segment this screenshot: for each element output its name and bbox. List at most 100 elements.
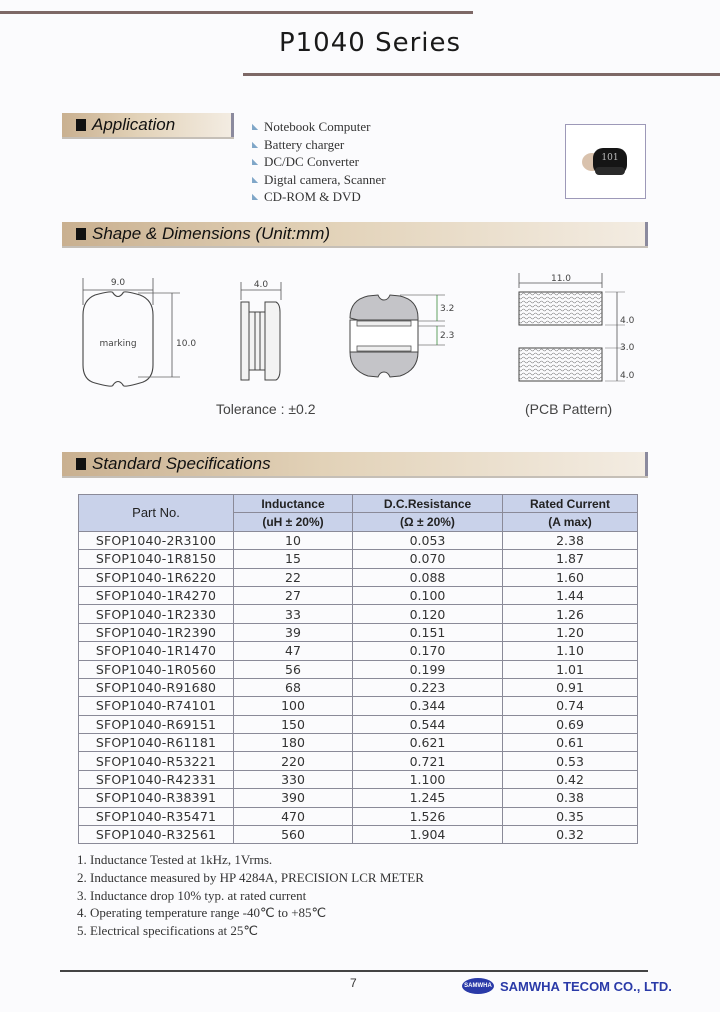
svg-text:4.0: 4.0 (620, 371, 635, 381)
svg-text:3.0: 3.0 (620, 343, 635, 353)
square-bullet-icon (76, 228, 86, 240)
part-no-cell: SFOP1040-1R0560 (78, 659, 234, 679)
svg-text:marking: marking (99, 339, 136, 349)
header-part-no: Part No. (78, 494, 234, 532)
resistance-cell: 0.344 (352, 696, 503, 716)
table-row: SFOP1040-1R2390 39 0.151 1.20 (78, 622, 638, 643)
svg-text:10.0: 10.0 (176, 339, 196, 349)
note: 1. Inductance Tested at 1kHz, 1Vrms. (77, 852, 273, 867)
inductance-cell: 15 (233, 549, 353, 569)
inductance-cell: 22 (233, 567, 353, 587)
resistance-cell: 1.526 (352, 806, 503, 827)
current-cell: 0.74 (502, 696, 638, 716)
svg-text:11.0: 11.0 (551, 274, 571, 284)
header-inductance: Inductance (233, 493, 353, 514)
resistance-cell: 0.120 (352, 604, 503, 624)
triangle-bullet-icon: ◣ (252, 139, 259, 149)
page-title: P1040 Series (278, 28, 462, 58)
resistance-cell: 0.170 (352, 641, 503, 661)
inductance-cell: 47 (233, 641, 353, 661)
resistance-cell: 0.151 (352, 622, 503, 643)
table-row: SFOP1040-R38391 390 1.245 0.38 (78, 788, 638, 808)
inductance-cell: 33 (233, 604, 353, 624)
triangle-bullet-icon: ◣ (252, 174, 259, 184)
table-row: SFOP1040-1R2330 33 0.120 1.26 (78, 604, 638, 624)
header-current-unit: (A max) (502, 512, 638, 532)
company-footer: SAMWHA SAMWHA TECOM CO., LTD. (462, 978, 672, 994)
part-no-cell: SFOP1040-1R4270 (78, 585, 234, 606)
resistance-cell: 0.088 (352, 567, 503, 587)
svg-text:4.0: 4.0 (620, 316, 635, 326)
inductance-cell: 560 (233, 825, 353, 845)
section-label: Standard Specifications (92, 454, 271, 473)
part-no-cell: SFOP1040-2R3100 (78, 530, 234, 551)
product-photo: 101 (565, 124, 646, 199)
part-no-cell: SFOP1040-1R2390 (78, 622, 234, 643)
resistance-cell: 0.621 (352, 733, 503, 753)
current-cell: 0.38 (502, 788, 638, 808)
footer-rule (60, 970, 648, 972)
resistance-cell: 0.199 (352, 659, 503, 679)
table-row: SFOP1040-R53221 220 0.721 0.53 (78, 751, 638, 771)
list-item: ◣ Digtal camera, Scanner (252, 171, 386, 187)
inductance-cell: 10 (233, 530, 353, 551)
current-cell: 0.35 (502, 806, 638, 827)
triangle-bullet-icon: ◣ (252, 122, 259, 131)
application-list: ◣ Notebook Computer ◣ Battery charger ◣ DC/… (252, 118, 386, 206)
inductance-cell: 150 (233, 714, 353, 735)
part-no-cell: SFOP1040-R42331 (78, 769, 234, 790)
current-cell: 0.91 (502, 677, 638, 698)
header-resistance: D.C.Resistance (352, 493, 503, 514)
front-view-drawing: 9.0 marking 10.0 (82, 278, 196, 387)
header-resistance-unit: (Ω ± 20%) (352, 512, 503, 532)
inductance-cell: 220 (233, 751, 353, 771)
part-no-cell: SFOP1040-R74101 (78, 696, 234, 716)
table-row: SFOP1040-1R6220 22 0.088 1.60 (78, 567, 638, 587)
table-row: SFOP1040-R61181 180 0.621 0.61 (78, 733, 638, 753)
header-inductance-unit: (uH ± 20%) (233, 512, 353, 532)
title-underline (243, 73, 720, 76)
section-header-specs: Standard Specifications (62, 452, 648, 476)
table-row: SFOP1040-2R3100 10 0.053 2.38 (78, 530, 638, 551)
svg-text:4.0: 4.0 (254, 280, 269, 290)
list-item: ◣ DC/DC Converter (252, 154, 359, 169)
part-no-cell: SFOP1040-R91680 (78, 677, 234, 698)
current-cell: 0.53 (502, 751, 638, 771)
resistance-cell: 0.544 (352, 714, 503, 735)
bottom-view-drawing: 3.2 2.3 (349, 294, 454, 378)
note: 3. Inductance drop 10% typ. at rated cur… (77, 887, 307, 903)
current-cell: 2.38 (502, 530, 638, 551)
section-header-application: Application (62, 113, 234, 137)
part-no-cell: SFOP1040-1R2330 (78, 604, 234, 624)
spec-table-body: SFOP1040-2R3100 10 0.053 2.38 SFOP1040-1R815… (78, 530, 638, 845)
page-number: 7 (350, 976, 357, 990)
svg-text:3.2: 3.2 (440, 304, 454, 314)
resistance-cell: 1.904 (352, 825, 503, 845)
company-logo-icon: SAMWHA (462, 978, 494, 994)
inductance-cell: 470 (233, 806, 353, 827)
current-cell: 0.61 (502, 733, 638, 753)
current-cell: 0.42 (502, 769, 638, 790)
current-cell: 1.01 (502, 659, 638, 679)
table-row: SFOP1040-1R1470 47 0.170 1.10 (78, 641, 638, 661)
part-no-cell: SFOP1040-1R8150 (78, 549, 234, 569)
current-cell: 0.69 (502, 714, 638, 735)
inductance-cell: 100 (233, 696, 353, 716)
company-name: SAMWHA TECOM CO., LTD. (500, 978, 672, 994)
current-cell: 0.32 (502, 825, 638, 845)
section-label: Shape & Dimensions (Unit:mm) (92, 224, 331, 243)
part-no-cell: SFOP1040-R61181 (78, 733, 234, 753)
svg-text:2.3: 2.3 (440, 331, 454, 341)
table-row: SFOP1040-R35471 470 1.526 0.35 (78, 806, 638, 827)
part-no-cell: SFOP1040-R35471 (78, 806, 234, 827)
table-row: SFOP1040-1R4270 27 0.100 1.44 (78, 585, 638, 606)
table-row: SFOP1040-1R0560 56 0.199 1.01 (78, 659, 638, 679)
inductance-cell: 56 (233, 659, 353, 679)
resistance-cell: 1.245 (352, 788, 503, 808)
inductance-cell: 27 (233, 585, 353, 606)
side-view-drawing: 4.0 (240, 280, 282, 381)
table-row: SFOP1040-R32561 560 1.904 0.32 (78, 825, 638, 845)
list-item: ◣ Notebook Computer (252, 119, 371, 134)
part-no-cell: SFOP1040-1R6220 (78, 567, 234, 587)
current-cell: 1.26 (502, 604, 638, 624)
